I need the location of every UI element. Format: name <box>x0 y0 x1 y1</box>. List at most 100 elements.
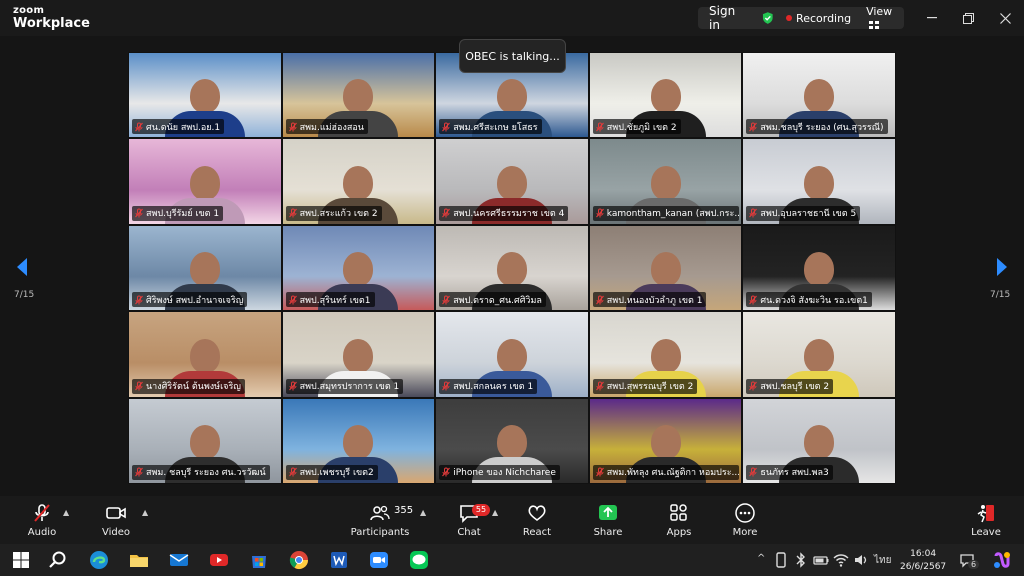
store-icon[interactable] <box>248 549 270 571</box>
participant-tile[interactable]: ธนภัทร สพป.พล3 <box>742 397 896 484</box>
input-language[interactable]: ไทย <box>874 553 891 568</box>
sign-in-link[interactable]: Sign in <box>709 4 749 32</box>
participant-tile[interactable]: สพม.พัทลุง ศน.ณัฐติกา หอมประ... <box>588 397 743 484</box>
copilot-icon[interactable] <box>992 550 1012 570</box>
windows-start-icon[interactable] <box>10 549 32 571</box>
participant-name: สพป.บุรีรัมย์ เขต 1 <box>146 209 220 220</box>
microphone-muted-icon <box>135 381 143 391</box>
participant-tile[interactable]: สพป.สกลนคร เขต 1 <box>435 311 589 398</box>
more-button[interactable]: More <box>715 502 775 538</box>
participant-head <box>189 79 220 114</box>
participant-head <box>189 252 220 287</box>
share-screen-icon <box>599 505 617 520</box>
participant-tile[interactable]: ศน.ดวงจิ สังฆะวิน รอ.เขต1 <box>742 224 896 312</box>
participant-tile[interactable]: สพป.บุรีรัมย์ เขต 1 <box>128 138 282 225</box>
tray-overflow-caret-icon[interactable]: ^ <box>757 553 765 564</box>
audio-options-caret-icon[interactable]: ▲ <box>63 508 69 517</box>
maximize-button[interactable] <box>958 8 978 28</box>
participant-tile[interactable]: ศิริพงษ์ สพป.อำนาจเจริญ <box>128 224 282 312</box>
line-icon[interactable] <box>408 549 430 571</box>
wifi-icon[interactable] <box>832 551 850 569</box>
bluetooth-icon[interactable] <box>792 551 810 569</box>
participant-tile[interactable]: iPhone ของ Nichcharee <box>435 397 589 484</box>
react-label: React <box>522 527 552 538</box>
recording-label[interactable]: Recording <box>796 12 851 25</box>
participant-head <box>343 338 374 373</box>
microphone-muted-icon <box>749 295 758 305</box>
participant-name: นางศิริรัตน์ ต้นพงษ์เจริญ <box>146 382 241 393</box>
participant-name: สพม.แม่ฮ่องสอน <box>299 122 364 133</box>
participant-name: สพม.ชลบุรี ระยอง (ศน.สุวรรณี) <box>760 122 884 133</box>
clock-time: 16:04 <box>910 549 937 559</box>
participant-name-bar: สพม.แม่ฮ่องสอน <box>285 119 368 135</box>
youtube-icon[interactable] <box>208 549 230 571</box>
react-button[interactable]: React <box>507 502 567 538</box>
participant-tile[interactable]: สพป.เพชรบุรี เขต2 <box>281 397 436 484</box>
zoom-app-icon[interactable] <box>368 549 390 571</box>
view-button[interactable]: View <box>866 5 904 31</box>
minimize-button[interactable] <box>922 8 942 28</box>
previous-page-icon[interactable] <box>14 256 30 278</box>
participant-tile[interactable]: สพป.สระแก้ว เขต 2 <box>281 138 436 225</box>
participant-tile[interactable]: สพม.แม่ฮ่องสอน <box>281 52 436 139</box>
participant-name: สพป.สมุทรปราการ เขต 1 <box>299 382 400 393</box>
video-options-caret-icon[interactable]: ▲ <box>142 508 148 517</box>
participant-name: สพม. ชลบุรี ระยอง ศน.วรวัฒน์ <box>146 468 266 479</box>
participant-name: ศน.ดนัย สพป.อย.1 <box>146 122 221 133</box>
participant-tile[interactable]: สพป.อุบลราชธานี เขต 5 <box>742 138 896 225</box>
participant-name: สพป.สกลนคร เขต 1 <box>453 382 534 393</box>
chat-options-caret-icon[interactable]: ▲ <box>492 508 498 517</box>
participant-tile[interactable]: สพป.หนองบัวลำภู เขต 1 <box>588 224 743 312</box>
clock-date: 26/6/2567 <box>900 562 947 572</box>
phone-link-icon[interactable] <box>772 551 790 569</box>
microphone-muted-icon <box>749 467 758 477</box>
participant-tile[interactable]: สพป.ตราด_ศน.ศศิวิมล <box>435 224 589 312</box>
video-button[interactable]: Video <box>86 502 146 538</box>
participant-tile[interactable]: kamontham_kanan (สพป.กระ... <box>588 138 743 225</box>
file-explorer-icon[interactable] <box>128 549 150 571</box>
participant-name: สพม.พัทลุง ศน.ณัฐติกา หอมประ... <box>606 468 739 479</box>
word-icon[interactable] <box>328 549 350 571</box>
windows-taskbar: ^ ไทย 16:04 26/6/2567 6 <box>0 544 1024 576</box>
participant-name: kamontham_kanan (สพป.กระ... <box>606 209 739 220</box>
participant-tile[interactable]: สพป.ชัยภูมิ เขต 2 <box>588 52 743 139</box>
brand-large: Workplace <box>13 16 90 31</box>
mail-icon[interactable] <box>168 549 190 571</box>
notification-count: 6 <box>968 560 980 569</box>
participant-name-bar: สพป.เพชรบุรี เขต2 <box>285 464 378 480</box>
shield-icon[interactable] <box>761 11 775 25</box>
participant-tile[interactable]: สพป.สุรินทร์ เขต1 <box>281 224 436 312</box>
apps-button[interactable]: Apps <box>649 502 709 538</box>
meeting-toolbar: Audio ▲ Video ▲ Participants 355 ▲ Chat … <box>0 496 1024 544</box>
participant-tile[interactable]: ศน.ดนัย สพป.อย.1 <box>128 52 282 139</box>
chrome-icon[interactable] <box>288 549 310 571</box>
microphone-muted-icon <box>595 381 604 391</box>
close-button[interactable] <box>995 8 1015 28</box>
participant-tile[interactable]: สพป.สมุทรปราการ เขต 1 <box>281 311 436 398</box>
next-page-icon[interactable] <box>994 256 1010 278</box>
participants-options-caret-icon[interactable]: ▲ <box>420 508 426 517</box>
search-icon[interactable] <box>47 549 69 571</box>
volume-icon[interactable] <box>852 551 870 569</box>
participant-tile[interactable]: สพป.นครศรีธรรมราช เขต 4 <box>435 138 589 225</box>
participant-head <box>650 424 681 459</box>
participant-tile[interactable]: สพม.ชลบุรี ระยอง (ศน.สุวรรณี) <box>742 52 896 139</box>
participant-tile[interactable]: สพป.สุพรรณบุรี เขต 2 <box>588 311 743 398</box>
chat-label: Chat <box>457 527 481 538</box>
battery-icon[interactable] <box>812 551 830 569</box>
participant-name-bar: iPhone ของ Nichcharee <box>439 464 560 480</box>
participant-name: สพป.สระแก้ว เขต 2 <box>299 209 378 220</box>
participant-name: สพป.ชลบุรี เขต 2 <box>760 382 830 393</box>
leave-button[interactable]: Leave <box>956 502 1016 538</box>
taskbar-clock[interactable]: 16:04 26/6/2567 <box>900 548 946 574</box>
participant-tile[interactable]: สพป.ชลบุรี เขต 2 <box>742 311 896 398</box>
edge-browser-icon[interactable] <box>88 549 110 571</box>
participant-tile[interactable]: สพม. ชลบุรี ระยอง ศน.วรวัฒน์ <box>128 397 282 484</box>
participant-name-bar: ธนภัทร สพป.พล3 <box>746 464 833 480</box>
participant-tile[interactable]: นางศิริรัตน์ ต้นพงษ์เจริญ <box>128 311 282 398</box>
chat-button[interactable]: Chat <box>439 502 499 538</box>
participant-name-bar: สพป.หนองบัวลำภู เขต 1 <box>592 292 707 308</box>
more-label: More <box>732 527 758 538</box>
share-button[interactable]: Share <box>578 502 638 538</box>
leave-label: Leave <box>971 527 1001 538</box>
